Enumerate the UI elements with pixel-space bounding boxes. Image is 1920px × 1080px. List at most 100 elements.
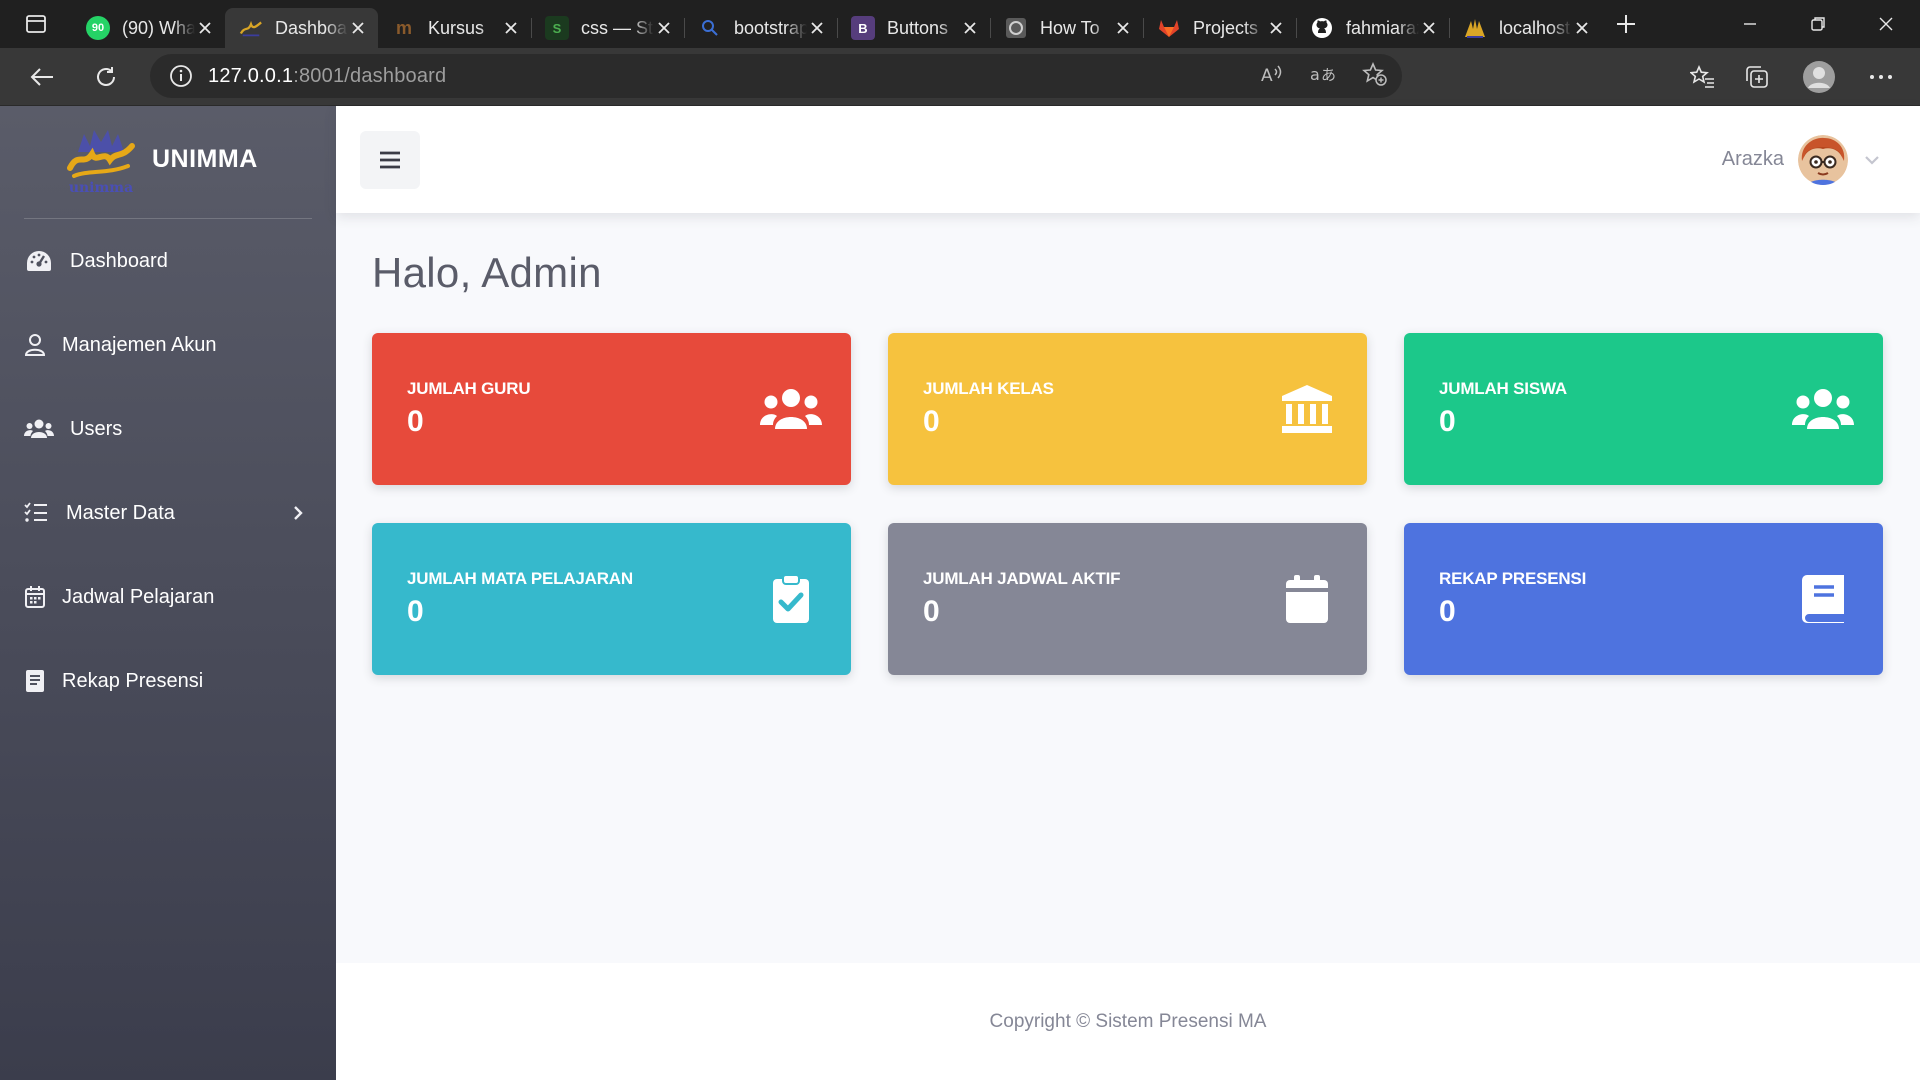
close-icon[interactable]	[195, 18, 215, 38]
favorites-button[interactable]	[1676, 54, 1730, 100]
reload-button[interactable]	[78, 54, 134, 100]
collections-button[interactable]	[1730, 54, 1784, 100]
svg-text:unimma: unimma	[69, 180, 133, 196]
main-content: Arazka Halo, Admin JUMLAH GURU 0 JUMLAH …	[336, 106, 1920, 1080]
new-tab-button[interactable]	[1602, 0, 1650, 48]
menu-icon	[380, 151, 400, 168]
stat-card-jumlah-mata-pelajaran[interactable]: JUMLAH MATA PELAJARAN 0	[372, 523, 851, 675]
add-favorite-icon[interactable]	[1362, 61, 1388, 91]
sidebar-item-dashboard[interactable]: Dashboard	[0, 219, 336, 303]
stat-card-jumlah-siswa[interactable]: JUMLAH SISWA 0	[1404, 333, 1883, 485]
profile-icon	[1803, 61, 1835, 93]
sidebar-item-label: Rekap Presensi	[62, 669, 204, 692]
stat-card-value: 0	[923, 405, 940, 438]
restore-icon	[1811, 17, 1825, 31]
more-menu-button[interactable]	[1854, 54, 1908, 100]
favorites-icon	[1690, 65, 1714, 88]
browser-tab-strip: 90 (90) WhatsApp Dashboard m Kursus S cs…	[0, 0, 1920, 48]
browser-tab-bootstrap-search[interactable]: bootstrap	[684, 8, 837, 48]
stat-card-value: 0	[407, 595, 424, 628]
stat-card-label: JUMLAH JADWAL AKTIF	[923, 569, 1121, 588]
tachometer-icon	[24, 248, 54, 274]
github-icon	[1310, 16, 1334, 40]
howto-icon	[1004, 16, 1028, 40]
browser-tab-dashboard[interactable]: Dashboard	[225, 8, 378, 48]
stat-card-value: 0	[407, 405, 424, 438]
read-aloud-icon[interactable]: A	[1260, 63, 1284, 90]
stat-card-jumlah-guru[interactable]: JUMLAH GURU 0	[372, 333, 851, 485]
sidebar-item-label: Master Data	[66, 501, 175, 524]
url-host: 127.0.0.1	[208, 64, 294, 87]
tab-actions-button[interactable]	[0, 0, 72, 48]
stackoverflow-icon: S	[545, 16, 569, 40]
browser-tab-localhost[interactable]: localhost	[1449, 8, 1602, 48]
document-icon	[24, 668, 46, 694]
sidebar-brand[interactable]: unimma UNIMMA	[0, 106, 336, 212]
tab-title: localhost	[1499, 17, 1571, 38]
localhost-icon	[1463, 16, 1487, 40]
book-icon	[1791, 571, 1855, 627]
tab-title: (90) WhatsApp	[122, 17, 195, 38]
topbar: Arazka	[336, 106, 1920, 213]
close-icon[interactable]	[501, 18, 521, 38]
sidebar-item-manajemen-akun[interactable]: Manajemen Akun	[0, 303, 336, 387]
tab-title: How To	[1040, 17, 1100, 38]
user-dropdown[interactable]: Arazka	[1722, 106, 1880, 213]
close-icon[interactable]	[654, 18, 674, 38]
close-icon[interactable]	[1419, 18, 1439, 38]
chevron-down-icon	[1865, 155, 1879, 165]
profile-button[interactable]	[1784, 54, 1854, 100]
users-icon	[759, 381, 823, 437]
close-icon[interactable]	[1266, 18, 1286, 38]
sidebar-item-label: Manajemen Akun	[62, 333, 217, 356]
stat-card-value: 0	[923, 595, 940, 628]
back-button[interactable]	[14, 54, 70, 100]
browser-tab-buttons[interactable]: B Buttons	[837, 8, 990, 48]
calendar-icon	[1275, 571, 1339, 627]
list-icon	[24, 500, 48, 526]
stat-card-jumlah-jadwal-aktif[interactable]: JUMLAH JADWAL AKTIF 0	[888, 523, 1367, 675]
browser-tab-kursus[interactable]: m Kursus	[378, 8, 531, 48]
tab-title: css — Stack	[581, 17, 654, 38]
close-icon[interactable]	[1113, 18, 1133, 38]
window-controls	[1716, 0, 1920, 48]
tab-title: Dashboard	[275, 17, 348, 38]
stat-card-label: JUMLAH GURU	[407, 379, 531, 398]
sidebar-item-users[interactable]: Users	[0, 387, 336, 471]
sidebar-item-rekap-presensi[interactable]: Rekap Presensi	[0, 639, 336, 723]
close-icon[interactable]	[348, 18, 368, 38]
browser-tab-whatsapp[interactable]: 90 (90) WhatsApp	[72, 8, 225, 48]
close-icon	[1879, 17, 1893, 31]
close-icon[interactable]	[960, 18, 980, 38]
browser-tab-css[interactable]: S css — Stack	[531, 8, 684, 48]
arrow-left-icon	[30, 67, 53, 86]
sidebar-item-jadwal-pelajaran[interactable]: Jadwal Pelajaran	[0, 555, 336, 639]
restore-button[interactable]	[1784, 0, 1852, 48]
close-icon[interactable]	[807, 18, 827, 38]
calendar-icon	[24, 584, 46, 610]
browser-tab-projects[interactable]: Projects	[1143, 8, 1296, 48]
kursus-icon: m	[395, 17, 412, 38]
address-bar[interactable]: 127.0.0.1:8001/dashboard A aあ	[150, 54, 1402, 98]
browser-tab-howto[interactable]: How To	[990, 8, 1143, 48]
university-icon	[1275, 381, 1339, 437]
stat-card-label: JUMLAH KELAS	[923, 379, 1054, 398]
close-window-button[interactable]	[1852, 0, 1920, 48]
stat-card-value: 0	[1439, 405, 1456, 438]
site-info-button[interactable]	[154, 54, 208, 98]
address-bar-actions: A aあ	[1260, 54, 1388, 98]
stat-card-jumlah-kelas[interactable]: JUMLAH KELAS 0	[888, 333, 1367, 485]
stat-card-rekap-presensi[interactable]: REKAP PRESENSI 0	[1404, 523, 1883, 675]
close-icon[interactable]	[1572, 18, 1592, 38]
sidebar-item-label: Jadwal Pelajaran	[62, 585, 215, 608]
unimma-logo: unimma	[67, 130, 135, 196]
minimize-button[interactable]	[1716, 0, 1784, 48]
browser-tab-github[interactable]: fahmiarazka	[1296, 8, 1449, 48]
sidebar-item-master-data[interactable]: Master Data	[0, 471, 336, 555]
tab-title: Projects	[1193, 17, 1259, 38]
sidebar-toggle-button[interactable]	[360, 130, 420, 189]
gitlab-icon	[1157, 16, 1181, 40]
sidebar-item-label: Users	[70, 417, 123, 440]
translate-icon[interactable]: aあ	[1310, 63, 1336, 90]
url-text: 127.0.0.1:8001/dashboard	[208, 65, 446, 88]
